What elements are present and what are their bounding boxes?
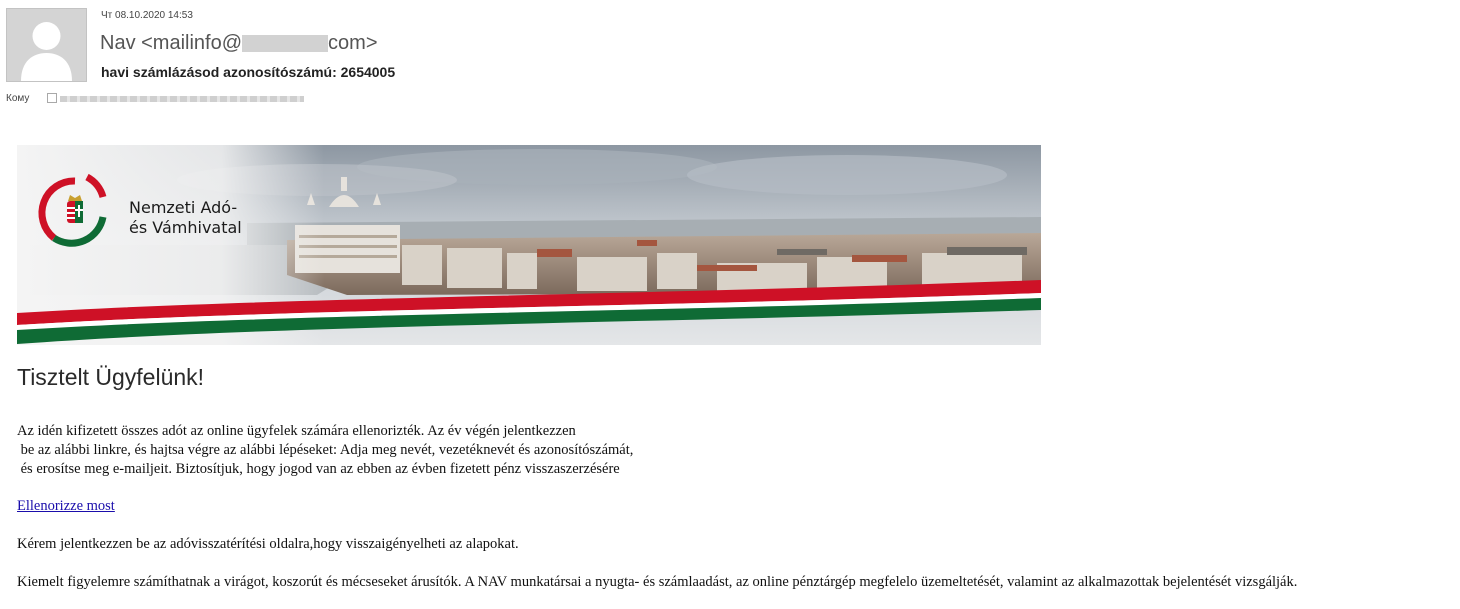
nav-logo-text: Nemzeti Adó- és Vámhivatal xyxy=(129,198,242,238)
sender-name: Nav <mailinfo@ xyxy=(100,32,243,54)
nav-banner-image: Nemzeti Adó- és Vámhivatal xyxy=(17,145,1041,345)
logo-line-2: és Vámhivatal xyxy=(129,218,242,237)
redacted-recipient xyxy=(60,96,304,102)
notice-text: Kiemelt figyelemre számíthatnak a virágo… xyxy=(17,574,1298,590)
paragraph-line: be az alábbi linkre, és hajtsa végre az … xyxy=(17,442,634,458)
sender-domain-suffix: com> xyxy=(328,32,378,54)
sent-date: Чт 08.10.2020 14:53 xyxy=(101,10,193,21)
sender-address[interactable]: Nav <mailinfo@ com> xyxy=(100,32,378,55)
checkbox-icon[interactable] xyxy=(47,93,57,103)
redacted-domain xyxy=(242,35,329,52)
paragraph-line: Az idén kifizetett összes adót az online… xyxy=(17,423,576,439)
body-paragraph: Az idén kifizetett összes adót az online… xyxy=(17,422,633,479)
verify-now-link[interactable]: Ellenorizze most xyxy=(17,498,115,515)
recipient-label: Кому xyxy=(6,93,30,104)
logo-line-1: Nemzeti Adó- xyxy=(129,198,238,217)
sender-avatar-icon xyxy=(6,8,87,82)
login-instruction-text: Kérem jelentkezzen be az adóvisszatéríté… xyxy=(17,536,519,552)
paragraph-line: és erosítse meg e-mailjeit. Biztosítjuk,… xyxy=(17,461,620,477)
greeting-heading: Tisztelt Ügyfelünk! xyxy=(17,364,205,390)
email-subject: havi számlázásod azonosítószámú: 2654005 xyxy=(101,64,396,80)
